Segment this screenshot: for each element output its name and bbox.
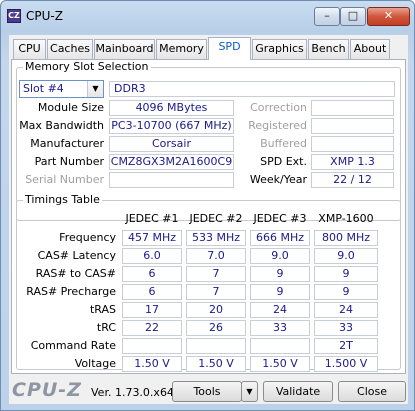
serial-number-value — [109, 172, 234, 188]
chevron-down-icon: ▼ — [87, 81, 103, 97]
close-window-button[interactable]: ✕ — [367, 7, 410, 26]
timing-cell: 1.500 V — [314, 356, 378, 372]
timing-cell: 2T — [314, 338, 378, 354]
max-bandwidth-value: PC3-10700 (667 MHz) — [109, 118, 234, 134]
slot-dropdown-value: Slot #4 — [23, 82, 64, 95]
buffered-value — [311, 136, 394, 152]
client-area: CPU Caches Mainboard Memory SPD Graphics… — [9, 35, 408, 404]
timing-cell: 6.0 — [122, 248, 182, 264]
title-bar[interactable]: CZ CPU-Z – □ ✕ — [1, 1, 414, 31]
timing-cell: 9.0 — [314, 248, 378, 264]
timing-cell: 24 — [314, 302, 378, 318]
timing-cell: 33 — [250, 320, 310, 336]
footer-bar: CPU-Z Ver. 1.73.0.x64 Tools ▼ Validate C… — [9, 378, 408, 404]
week-year-value: 22 / 12 — [311, 172, 394, 188]
timing-row-label: CAS# Latency — [37, 249, 116, 262]
tab-bench[interactable]: Bench — [308, 39, 349, 59]
timing-cell: 26 — [186, 320, 246, 336]
buffered-label: Buffered — [260, 137, 307, 150]
timing-cell: 533 MHz — [186, 230, 246, 246]
timing-row-label: Frequency — [59, 231, 116, 244]
timing-row-label: tRAS — [89, 303, 116, 316]
tab-caches[interactable]: Caches — [47, 39, 93, 59]
registered-value — [311, 118, 394, 134]
tab-spd[interactable]: SPD — [208, 37, 251, 60]
timing-cell — [186, 338, 246, 354]
slot-dropdown[interactable]: Slot #4 ▼ — [19, 80, 104, 98]
correction-label: Correction — [250, 101, 307, 114]
timing-cell — [122, 338, 182, 354]
timing-cell: 7 — [186, 284, 246, 300]
spd-ext-label: SPD Ext. — [260, 155, 307, 168]
timings-group-title: Timings Table — [23, 193, 102, 206]
timing-cell: 1.50 V — [250, 356, 310, 372]
tab-about[interactable]: About — [350, 39, 390, 59]
spd-panel: Memory Slot Selection Slot #4 ▼ DDR3 Mod… — [11, 59, 406, 374]
module-size-value: 4096 MBytes — [109, 100, 234, 116]
timing-cell: 9 — [250, 266, 310, 282]
col-head-jedec-3: JEDEC #3 — [253, 212, 307, 225]
tab-mainboard[interactable]: Mainboard — [94, 39, 155, 59]
week-year-label: Week/Year — [249, 173, 307, 186]
timing-cell: 17 — [122, 302, 182, 318]
col-head-jedec-1: JEDEC #1 — [125, 212, 179, 225]
timing-row-label: RAS# Precharge — [26, 285, 116, 298]
timing-cell: 9.0 — [250, 248, 310, 264]
cpuz-brand-logo: CPU-Z — [12, 379, 82, 401]
timing-cell: 9 — [314, 284, 378, 300]
serial-number-label: Serial Number — [25, 173, 104, 186]
timing-cell: 800 MHz — [314, 230, 378, 246]
timing-cell: 22 — [122, 320, 182, 336]
chevron-down-icon: ▼ — [246, 387, 253, 396]
close-button[interactable]: Close — [338, 381, 406, 402]
timing-cell: 20 — [186, 302, 246, 318]
timing-row-label: tRC — [96, 321, 116, 334]
memory-slot-group-title: Memory Slot Selection — [23, 60, 151, 73]
timing-cell: 6 — [122, 266, 182, 282]
timing-cell: 1.50 V — [186, 356, 246, 372]
maximize-button[interactable]: □ — [340, 7, 366, 26]
tools-dropdown-button[interactable]: ▼ — [241, 381, 258, 402]
timing-cell: 9 — [314, 266, 378, 282]
tab-cpu[interactable]: CPU — [13, 39, 46, 59]
timing-cell: 1.50 V — [122, 356, 182, 372]
max-bandwidth-label: Max Bandwidth — [19, 119, 104, 132]
part-number-value: CMZ8GX3M2A1600C9 — [109, 154, 234, 170]
col-head-jedec-2: JEDEC #2 — [189, 212, 243, 225]
manufacturer-value: Corsair — [109, 136, 234, 152]
memory-type-field: DDR3 — [109, 81, 395, 97]
timing-cell: 7.0 — [186, 248, 246, 264]
timing-cell: 6 — [122, 284, 182, 300]
timing-cell: 9 — [250, 284, 310, 300]
validate-button[interactable]: Validate — [263, 381, 333, 402]
manufacturer-label: Manufacturer — [30, 137, 104, 150]
timing-cell — [250, 338, 310, 354]
tab-strip: CPU Caches Mainboard Memory SPD Graphics… — [13, 37, 408, 60]
col-head-xmp-1600: XMP-1600 — [318, 212, 374, 225]
tab-memory[interactable]: Memory — [156, 39, 207, 59]
cpuz-app-icon: CZ — [7, 9, 21, 23]
timing-cell: 33 — [314, 320, 378, 336]
tools-button[interactable]: Tools — [172, 381, 242, 402]
tab-graphics[interactable]: Graphics — [252, 39, 307, 59]
timing-row-label: RAS# to CAS# — [35, 267, 116, 280]
timing-row-label: Voltage — [74, 357, 116, 370]
window-title: CPU-Z — [26, 9, 63, 23]
module-size-label: Module Size — [37, 101, 104, 114]
spd-ext-value: XMP 1.3 — [311, 154, 394, 170]
timing-row-label: Command Rate — [30, 339, 116, 352]
version-label: Ver. 1.73.0.x64 — [91, 386, 174, 399]
cpuz-window: CZ CPU-Z – □ ✕ CPU Caches Mainboard Memo… — [0, 0, 415, 411]
registered-label: Registered — [248, 119, 307, 132]
minimize-button[interactable]: – — [314, 7, 340, 26]
timing-cell: 7 — [186, 266, 246, 282]
timing-cell: 666 MHz — [250, 230, 310, 246]
timing-cell: 457 MHz — [122, 230, 182, 246]
part-number-label: Part Number — [34, 155, 104, 168]
correction-value — [311, 100, 394, 116]
timing-cell: 24 — [250, 302, 310, 318]
